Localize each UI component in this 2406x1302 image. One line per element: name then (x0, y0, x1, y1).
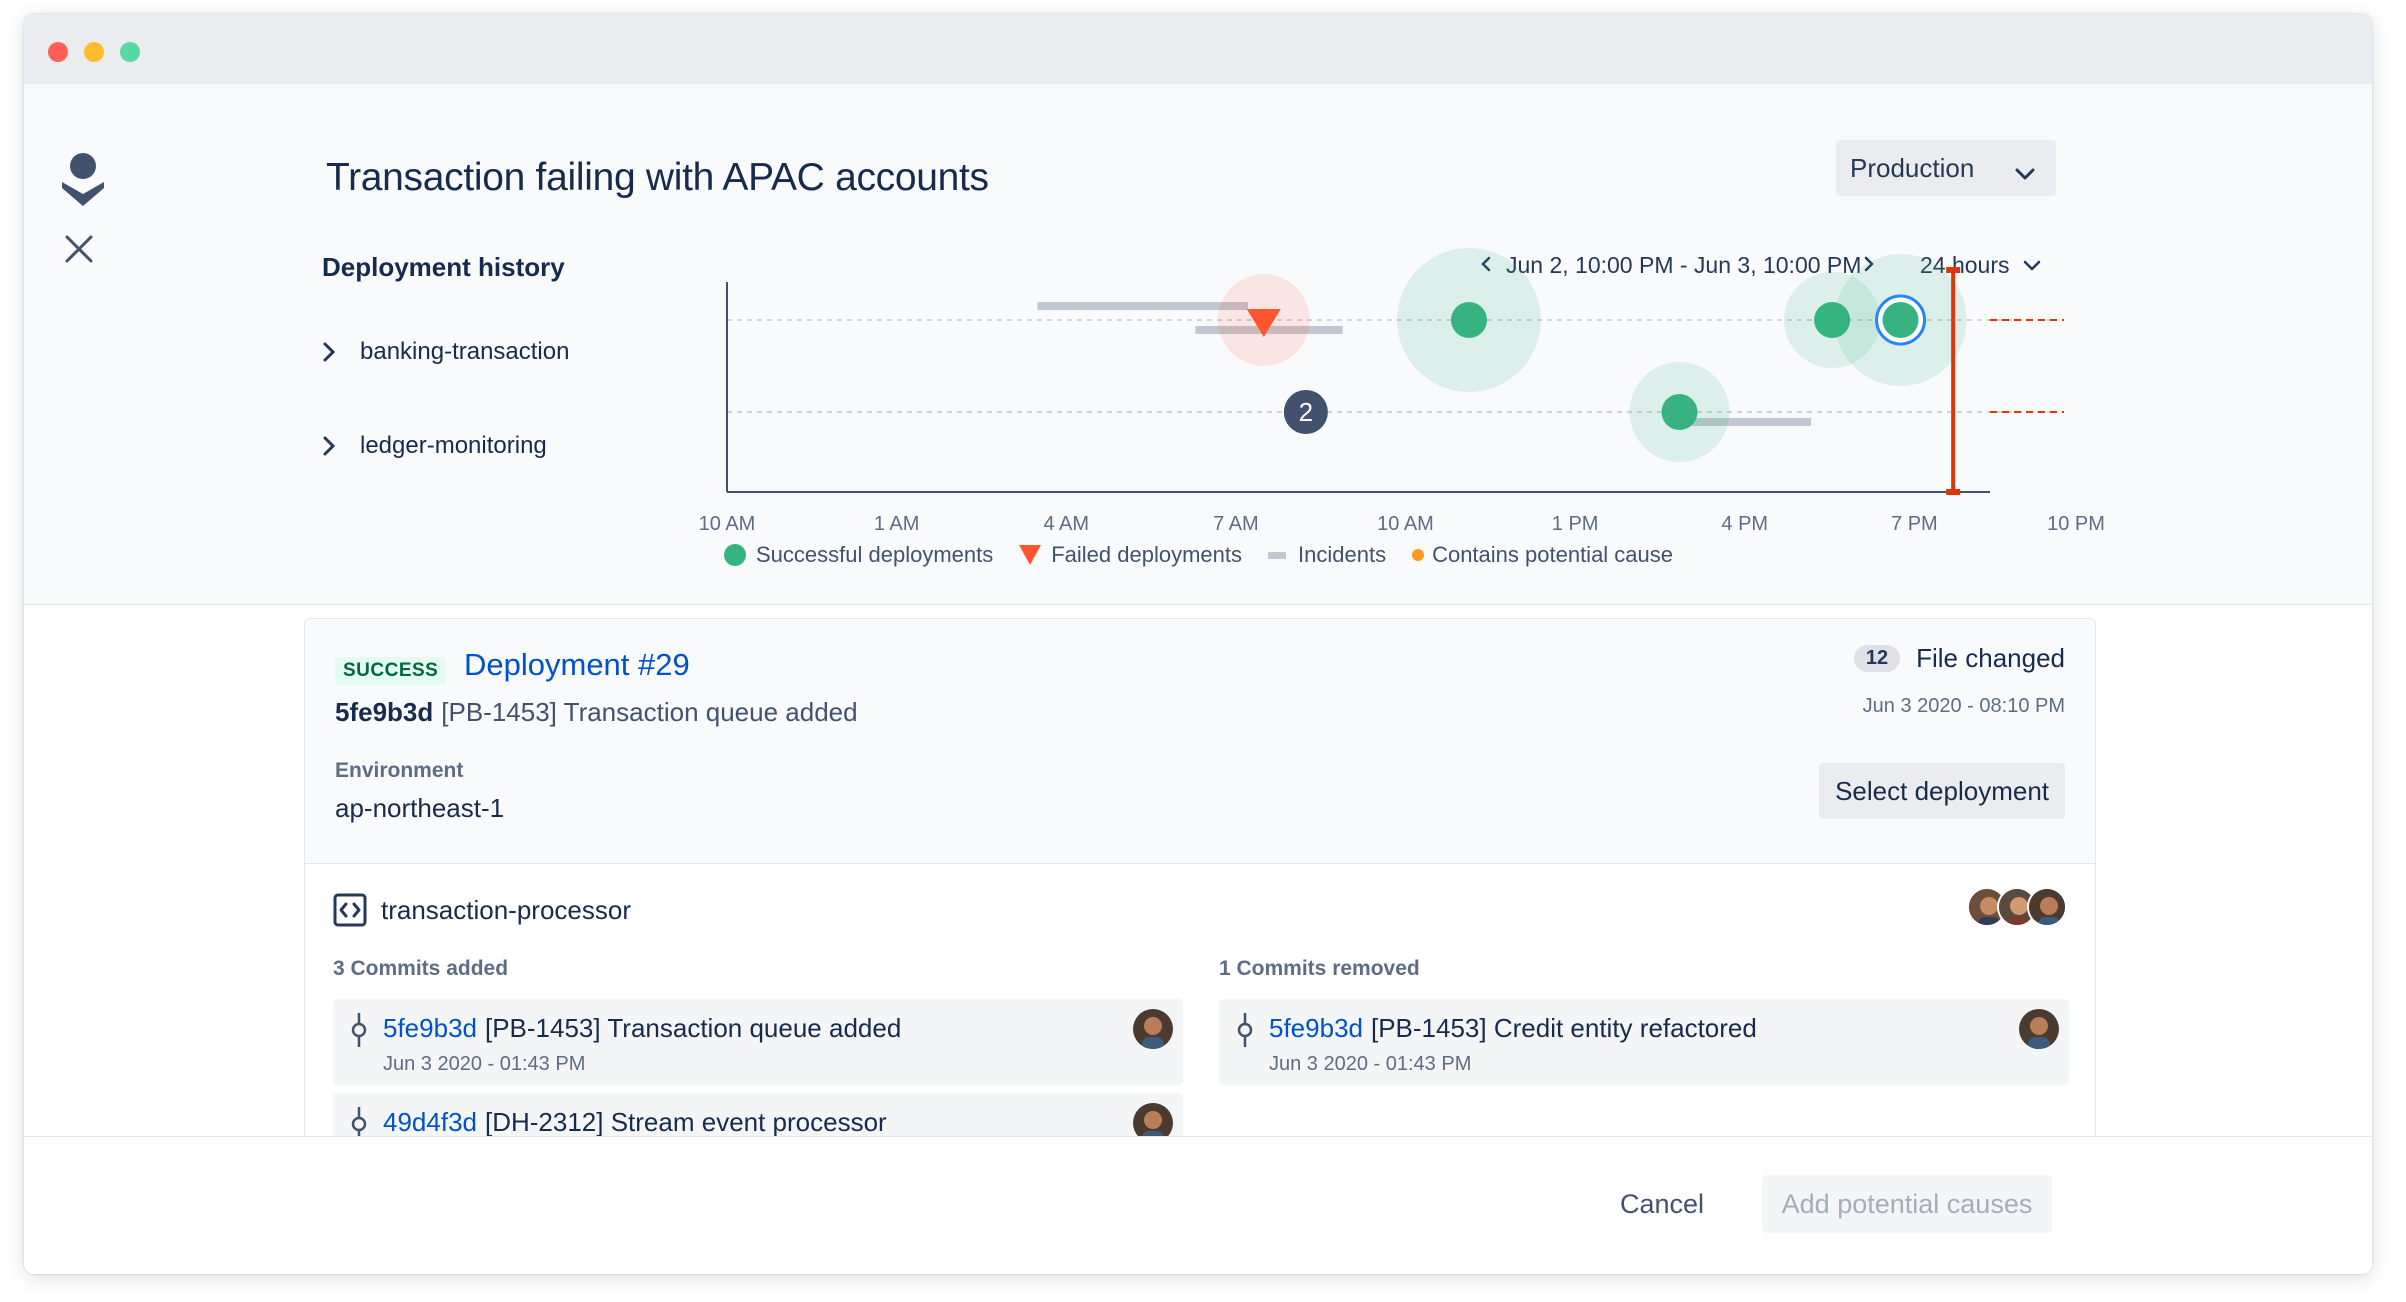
legend-label: Failed deployments (1051, 542, 1243, 567)
add-potential-causes-button[interactable]: Add potential causes (1762, 1175, 2052, 1233)
commit-hash-link[interactable]: 5fe9b3d (1269, 1013, 1363, 1043)
commit-message: [PB-1453] Transaction queue added (441, 697, 858, 727)
deployment-summary: SUCCESS Deployment #29 5fe9b3d [PB-1453] … (305, 619, 2095, 864)
cluster-count: 2 (1299, 397, 1313, 427)
now-line-cap (1946, 267, 1961, 273)
x-tick-label: 4 AM (1043, 513, 1089, 535)
x-tick-label: 10 AM (699, 513, 756, 535)
files-changed: 12 File changed (1853, 643, 2065, 674)
window-close-button[interactable] (48, 42, 68, 62)
repository: transaction-processor (333, 893, 631, 927)
commit-message: [DH-2312] Stream event processor (484, 1107, 887, 1137)
incident-bar-icon (1268, 551, 1287, 559)
success-deployment-point (1451, 302, 1488, 338)
commit-hash-link[interactable]: 49d4f3d (383, 1107, 477, 1137)
app-window: Transaction failing with APAC accounts P… (24, 14, 2372, 1274)
failed-triangle-icon (1019, 545, 1042, 565)
commit-icon (1235, 1013, 1255, 1052)
commit-title: 49d4f3d [DH-2312] Stream event processor (383, 1107, 887, 1138)
success-dot-icon (724, 544, 746, 566)
x-tick-label: 1 AM (874, 513, 920, 535)
x-tick-label: 10 AM (1377, 513, 1434, 535)
legend-failed: Failed deployments (1019, 542, 1242, 568)
window-minimize-button[interactable] (84, 42, 104, 62)
files-changed-label: File changed (1916, 643, 2065, 673)
environment-label: Environment (335, 759, 464, 782)
commit-message: [PB-1453] Credit entity refactored (1370, 1013, 1757, 1043)
incident-bar (1037, 302, 1248, 310)
legend-label: Incidents (1298, 542, 1387, 567)
avatar[interactable] (2019, 1009, 2059, 1049)
legend-potential: Contains potential cause (1412, 542, 1673, 568)
commit-title: 5fe9b3d [PB-1453] Credit entity refactore… (1269, 1013, 1757, 1044)
window-maximize-button[interactable] (120, 42, 140, 62)
code-icon (333, 893, 367, 927)
success-deployment-point (1661, 394, 1698, 430)
dialog-footer: Cancel Add potential causes (24, 1136, 2372, 1274)
chart-legend: Successful deployments Failed deployment… (724, 542, 1699, 568)
deployment-date: Jun 3 2020 - 08:10 PM (1862, 695, 2065, 717)
select-deployment-button[interactable]: Select deployment (1819, 763, 2065, 819)
cancel-button[interactable]: Cancel (1620, 1189, 1704, 1220)
contributor-avatars (1967, 887, 2067, 927)
potential-dot-icon (1412, 549, 1425, 561)
commit-hash-link[interactable]: 5fe9b3d (383, 1013, 477, 1043)
commit-item[interactable]: 5fe9b3d [PB-1453] Credit entity refactore… (1219, 999, 2069, 1085)
files-count-badge: 12 (1853, 645, 1901, 672)
legend-label: Contains potential cause (1432, 542, 1674, 567)
commit-icon (349, 1013, 369, 1052)
commit-date: Jun 3 2020 - 01:43 PM (1269, 1053, 1472, 1075)
success-deployment-point (1882, 302, 1919, 338)
x-tick-label: 10 PM (2047, 513, 2105, 535)
now-line-cap (1946, 489, 1961, 495)
commit-item[interactable]: 5fe9b3d [PB-1453] Transaction queue added… (333, 999, 1183, 1085)
deployment-link[interactable]: Deployment #29 (464, 647, 690, 683)
avatar[interactable] (1133, 1009, 1173, 1049)
environment-value: ap-northeast-1 (335, 793, 505, 823)
commit-hash: 5fe9b3d (335, 697, 434, 727)
deployment-card: SUCCESS Deployment #29 5fe9b3d [PB-1453] … (304, 618, 2096, 1219)
x-tick-label: 7 PM (1891, 513, 1938, 535)
legend-successful: Successful deployments (724, 542, 993, 568)
commit-title: 5fe9b3d [PB-1453] Transaction queue added (383, 1013, 901, 1044)
commit-message: [PB-1453] Transaction queue added (484, 1013, 902, 1043)
legend-incidents: Incidents (1268, 542, 1386, 568)
x-tick-label: 4 PM (1721, 513, 1768, 535)
repository-name: transaction-processor (381, 894, 631, 925)
deployment-timeline-chart: 2 10 AM 1 AM 4 AM 7 AM 10 AM 1 PM 4 PM 7 PM 10 P… (699, 248, 2105, 535)
legend-label: Successful deployments (756, 542, 994, 567)
commits-added-title: 3 Commits added (333, 957, 509, 980)
avatar[interactable] (2027, 887, 2067, 927)
commits-removed-title: 1 Commits removed (1219, 957, 1420, 980)
x-tick-label: 1 PM (1552, 513, 1599, 535)
deployment-commit: 5fe9b3d [PB-1453] Transaction queue added (335, 697, 858, 728)
deployment-history-panel: Transaction failing with APAC accounts P… (24, 84, 2372, 605)
status-badge: SUCCESS (335, 657, 447, 685)
commit-date: Jun 3 2020 - 01:43 PM (383, 1053, 586, 1075)
title-bar (24, 14, 2372, 84)
x-tick-label: 7 AM (1213, 513, 1259, 535)
